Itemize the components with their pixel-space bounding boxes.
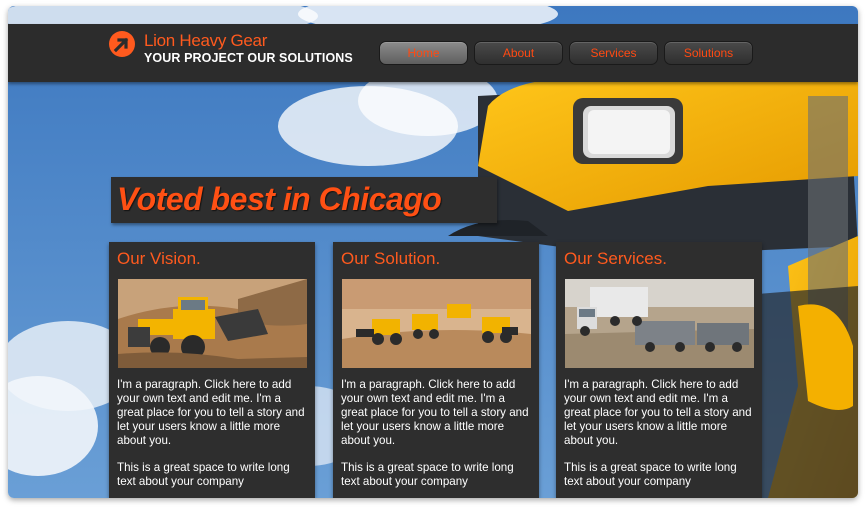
dump-trucks-photo bbox=[565, 279, 754, 368]
card-title: Our Services. bbox=[564, 249, 667, 268]
services-card: Our Services. I'm a paragraph. Click her… bbox=[556, 242, 762, 498]
card-paragraph-secondary: This is a great space to write long text… bbox=[117, 461, 290, 488]
card-paragraph: I'm a paragraph. Click here to add your … bbox=[117, 378, 305, 447]
site-header: Lion Heavy Gear YOUR PROJECT OUR SOLUTIO… bbox=[8, 24, 858, 82]
card-paragraph-secondary: This is a great space to write long text… bbox=[564, 461, 737, 488]
vision-card: Our Vision. I'm a paragraph. Click here … bbox=[109, 242, 315, 498]
hero-headline: Voted best in Chicago bbox=[117, 181, 442, 217]
card-paragraph-secondary: This is a great space to write long text… bbox=[341, 461, 514, 488]
construction-fleet-photo bbox=[342, 279, 531, 368]
nav-about-button[interactable]: About bbox=[474, 41, 563, 65]
tagline: YOUR PROJECT OUR SOLUTIONS bbox=[144, 51, 353, 65]
card-paragraph: I'm a paragraph. Click here to add your … bbox=[564, 378, 752, 447]
card-paragraph: I'm a paragraph. Click here to add your … bbox=[341, 378, 529, 447]
main-navigation: Home About Services Solutions bbox=[379, 41, 753, 65]
nav-solutions-button[interactable]: Solutions bbox=[664, 41, 753, 65]
card-title: Our Solution. bbox=[341, 249, 441, 268]
hero-headline-box: Voted best in Chicago bbox=[111, 177, 497, 223]
nav-services-button[interactable]: Services bbox=[569, 41, 658, 65]
solution-card: Our Solution. I'm a paragraph. Click her… bbox=[333, 242, 539, 498]
nav-home-button[interactable]: Home bbox=[379, 41, 468, 65]
logo-arrow-icon bbox=[109, 31, 135, 57]
bulldozer-photo bbox=[118, 279, 307, 368]
brand-name[interactable]: Lion Heavy Gear bbox=[144, 31, 267, 51]
card-title: Our Vision. bbox=[117, 249, 201, 268]
website-preview: Lion Heavy Gear YOUR PROJECT OUR SOLUTIO… bbox=[8, 6, 858, 498]
